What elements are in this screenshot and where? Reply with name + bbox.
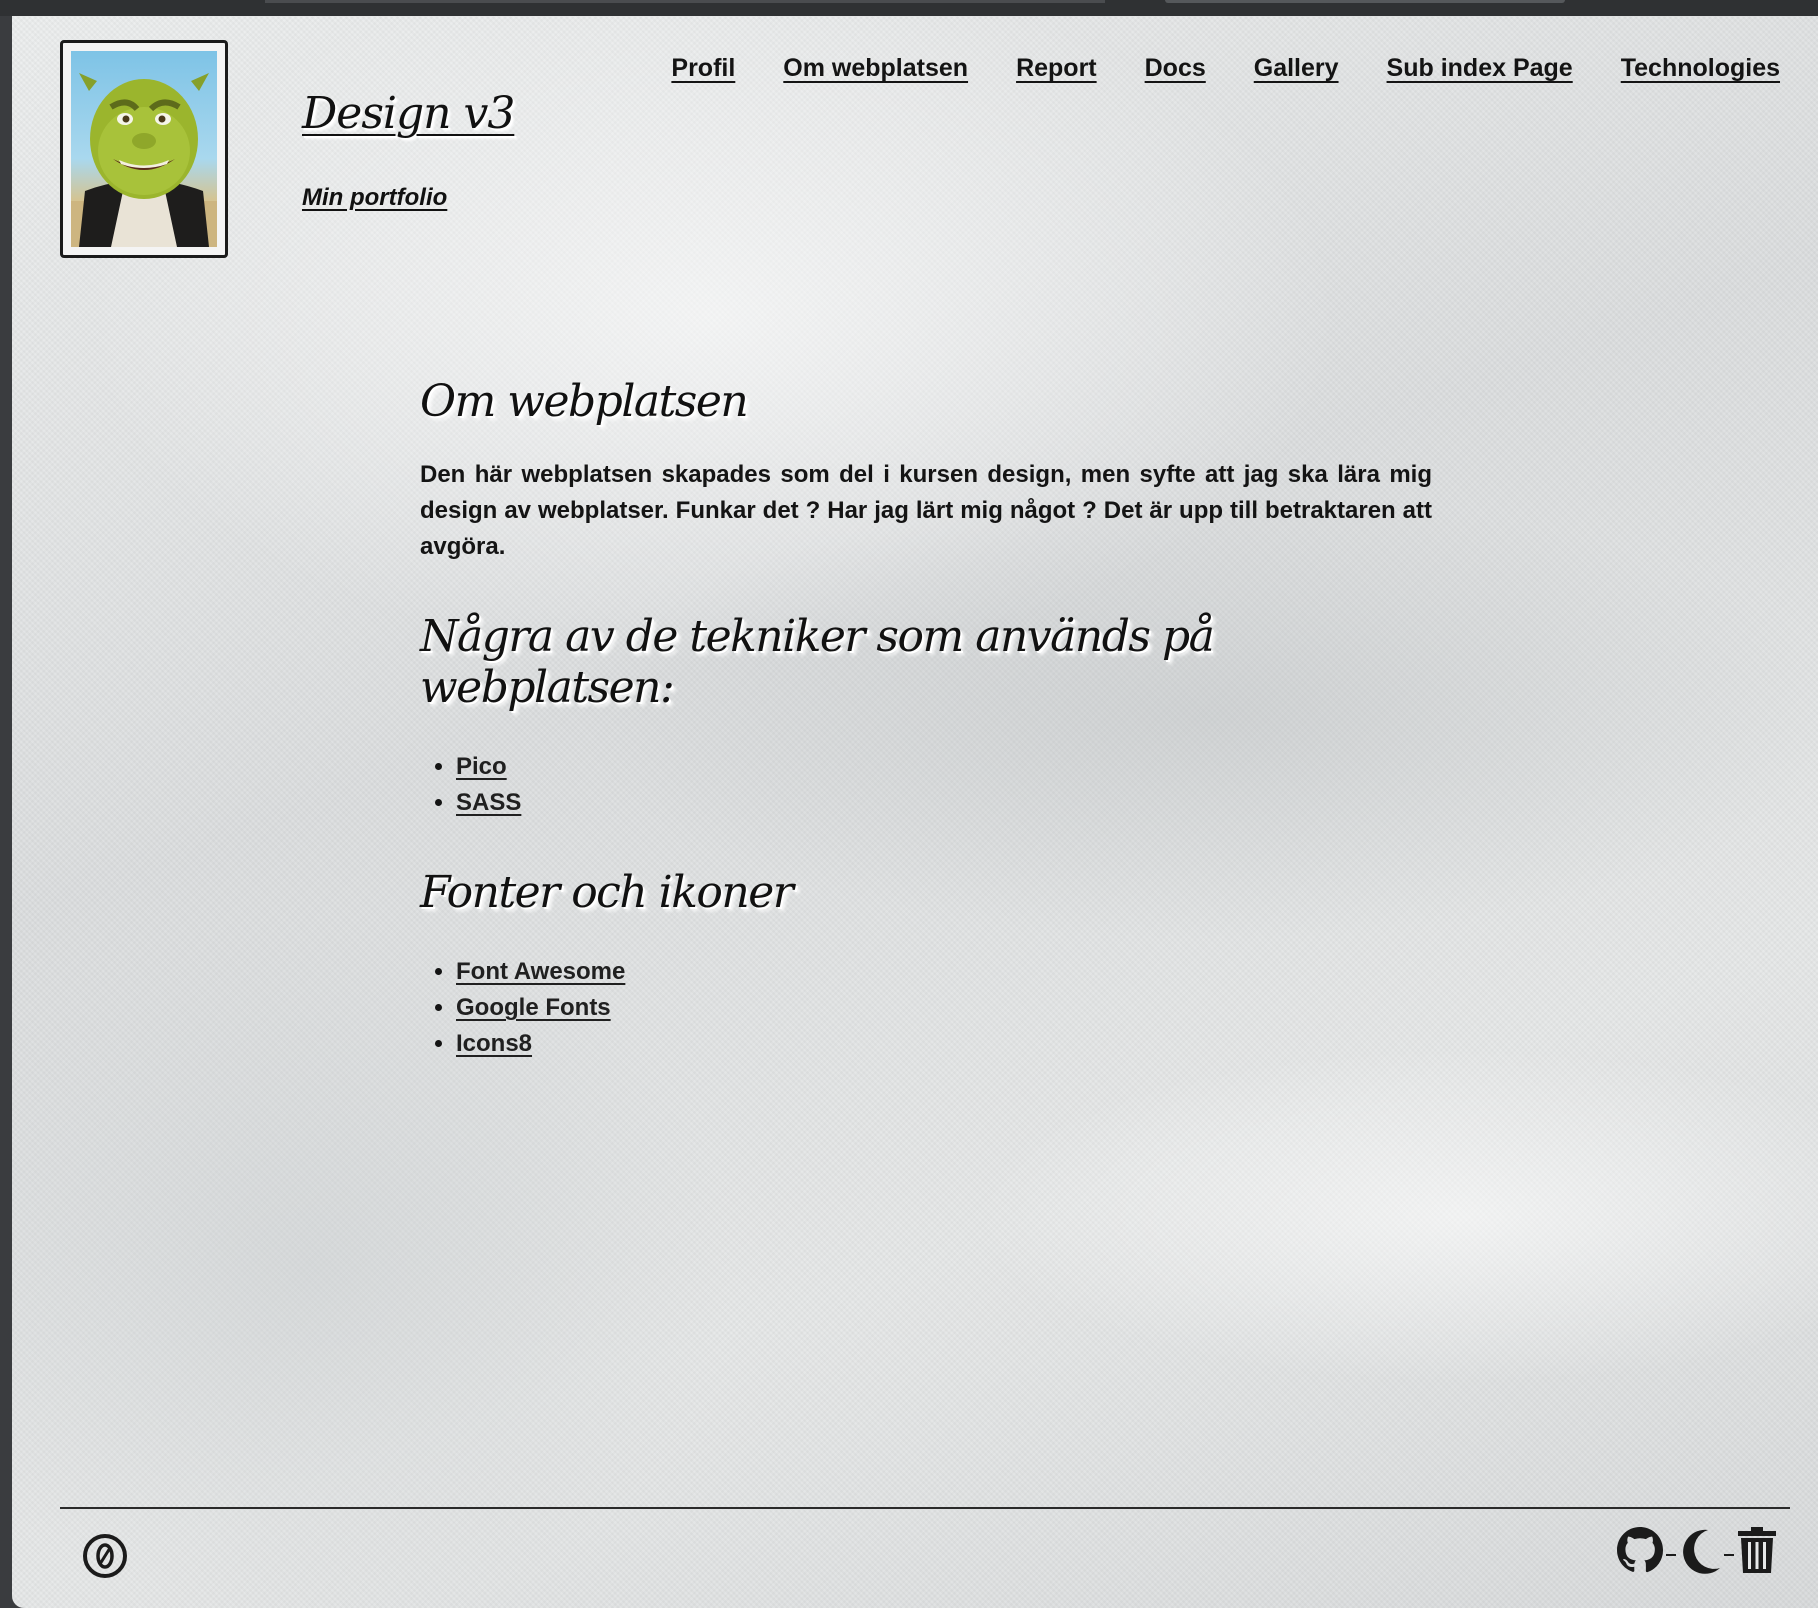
- list-item: Google Fonts: [456, 990, 1432, 1026]
- footer-actions: [1616, 1526, 1778, 1578]
- link-google-fonts[interactable]: Google Fonts: [456, 994, 611, 1021]
- fonts-list: Font Awesome Google Fonts Icons8: [420, 954, 1432, 1062]
- tab-edge: [1165, 0, 1565, 3]
- avatar[interactable]: [60, 40, 228, 258]
- nav-item-report[interactable]: Report: [1016, 54, 1097, 83]
- nav-item-profil[interactable]: Profil: [671, 54, 735, 83]
- site-tagline[interactable]: Min portfolio: [302, 184, 447, 212]
- list-item: SASS: [456, 785, 1432, 821]
- page-viewport: Design v3 Min portfolio Profil Om webpla…: [12, 16, 1818, 1608]
- nav-item-gallery[interactable]: Gallery: [1254, 54, 1339, 83]
- nav-item-om-webplatsen[interactable]: Om webplatsen: [783, 54, 968, 83]
- page-heading: Om webplatsen: [420, 376, 749, 427]
- moon-icon[interactable]: [1678, 1526, 1722, 1578]
- link-font-awesome[interactable]: Font Awesome: [456, 958, 625, 985]
- footer-separator: [1666, 1554, 1676, 1556]
- link-icons8[interactable]: Icons8: [456, 1030, 532, 1057]
- list-item: Icons8: [456, 1026, 1432, 1062]
- github-icon[interactable]: [1616, 1526, 1664, 1578]
- link-sass[interactable]: SASS: [456, 789, 521, 816]
- avatar-image: [71, 51, 217, 247]
- techniques-list: Pico SASS: [420, 749, 1432, 821]
- list-item: Pico: [456, 749, 1432, 785]
- fonts-heading: Fonter och ikoner: [420, 867, 794, 918]
- nav-item-technologies[interactable]: Technologies: [1621, 54, 1780, 83]
- footer-separator: [1724, 1554, 1734, 1556]
- intro-paragraph: Den här webplatsen skapades som del i ku…: [420, 461, 1432, 560]
- address-bar-edge: [265, 0, 1105, 3]
- main-content: Om webplatsen Den här webplatsen skapade…: [420, 376, 1432, 1062]
- footer-divider: [60, 1507, 1790, 1509]
- nav-item-docs[interactable]: Docs: [1145, 54, 1206, 83]
- techniques-heading: Några av de tekniker som används på webp…: [420, 611, 1215, 713]
- main-nav: Profil Om webplatsen Report Docs Gallery…: [623, 54, 1780, 83]
- list-item: Font Awesome: [456, 954, 1432, 990]
- nav-item-sub-index-page[interactable]: Sub index Page: [1387, 54, 1573, 83]
- zero-circle-icon[interactable]: [82, 1533, 128, 1579]
- browser-top-strip: [0, 0, 1818, 16]
- link-pico[interactable]: Pico: [456, 753, 507, 780]
- site-title[interactable]: Design v3: [302, 88, 515, 139]
- trash-icon[interactable]: [1736, 1526, 1778, 1578]
